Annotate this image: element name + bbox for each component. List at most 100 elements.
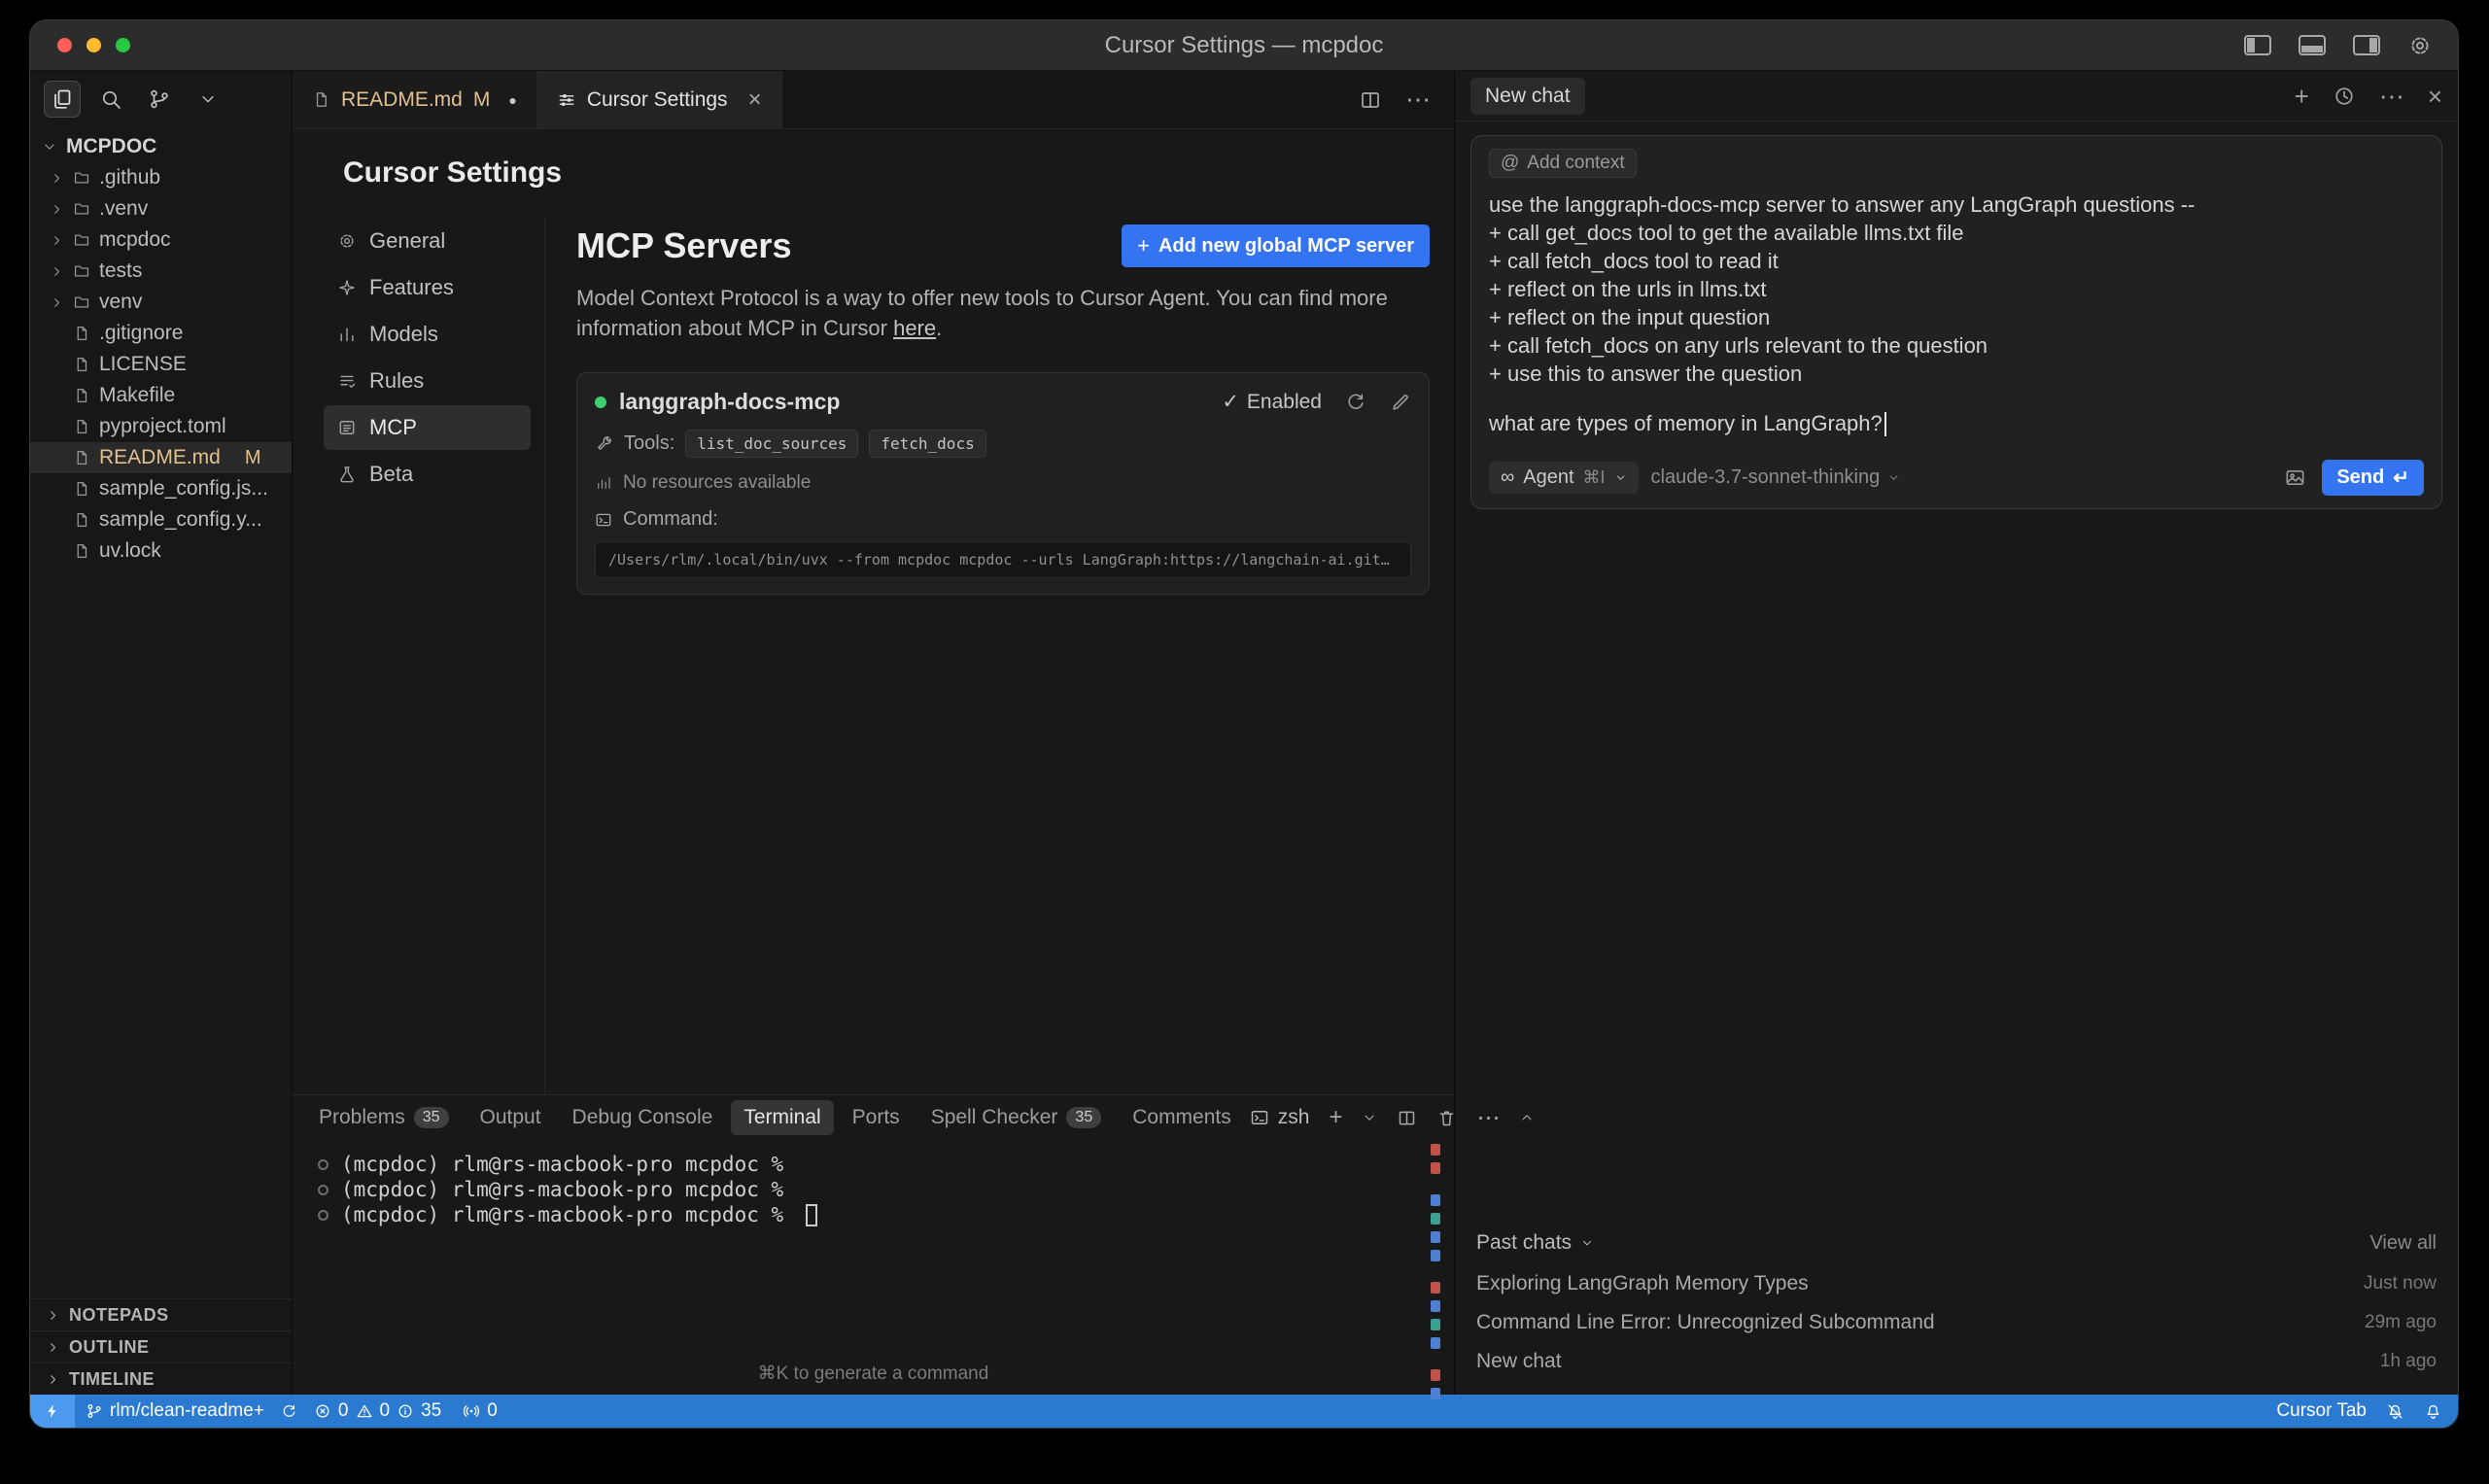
server-command-value[interactable]: /Users/rlm/.local/bin/uvx --from mcpdoc …	[595, 541, 1411, 578]
more-actions-icon[interactable]: ⋯	[2379, 84, 2404, 109]
panel-tab-spell-checker[interactable]: Spell Checker 35	[918, 1100, 1115, 1135]
tree-item-gitignore[interactable]: .gitignore	[30, 318, 292, 349]
tree-item-sample-config-js[interactable]: sample_config.js...	[30, 473, 292, 504]
sync-changes-button[interactable]	[275, 1403, 303, 1420]
history-icon[interactable]	[2333, 85, 2356, 108]
sync-icon	[281, 1403, 297, 1420]
tree-item-makefile[interactable]: Makefile	[30, 380, 292, 411]
enabled-toggle[interactable]: ✓ Enabled	[1222, 390, 1322, 414]
chevron-down-icon[interactable]	[1362, 1110, 1377, 1125]
chat-message-text[interactable]: use the langgraph-docs-mcp server to ans…	[1489, 190, 2424, 388]
tree-item-tests[interactable]: tests	[30, 256, 292, 287]
chat-tab-new-chat[interactable]: New chat	[1470, 78, 1585, 115]
command-decoration-icon[interactable]	[318, 1210, 328, 1221]
close-icon[interactable]: ×	[748, 86, 762, 114]
settings-nav-general[interactable]: General	[324, 219, 531, 263]
panel-tab-output[interactable]: Output	[467, 1100, 554, 1135]
command-decoration-icon[interactable]	[318, 1159, 328, 1170]
tree-item-github[interactable]: .github	[30, 162, 292, 193]
bell-slash-icon[interactable]	[2386, 1402, 2404, 1421]
tool-chip[interactable]: list_doc_sources	[685, 430, 858, 458]
settings-nav-rules[interactable]: Rules	[324, 359, 531, 403]
split-terminal-icon[interactable]	[1397, 1108, 1417, 1128]
tab-readme[interactable]: README.md M ●	[293, 71, 537, 128]
settings-nav-models[interactable]: Models	[324, 312, 531, 357]
refresh-icon[interactable]	[1345, 392, 1366, 413]
tree-item-license[interactable]: LICENSE	[30, 349, 292, 380]
section-outline[interactable]: OUTLINE	[30, 1330, 292, 1363]
ports-indicator[interactable]: 0	[452, 1400, 508, 1422]
section-notepads[interactable]: NOTEPADS	[30, 1298, 292, 1330]
view-all-link[interactable]: View all	[2369, 1232, 2437, 1255]
kill-terminal-trash-icon[interactable]	[1436, 1108, 1457, 1128]
toggle-primary-sidebar-icon[interactable]	[2244, 35, 2271, 55]
attach-image-icon[interactable]	[2284, 466, 2306, 489]
add-context-chip[interactable]: @ Add context	[1489, 149, 1637, 178]
settings-gear-icon[interactable]	[2407, 33, 2433, 58]
source-control-view-button[interactable]	[141, 81, 178, 118]
section-label: OUTLINE	[69, 1337, 150, 1358]
maximize-panel-chevron-icon[interactable]	[1519, 1110, 1535, 1125]
tree-item-readme-selected[interactable]: README.md M	[30, 442, 292, 473]
settings-nav-mcp[interactable]: MCP	[324, 405, 531, 450]
add-mcp-server-button[interactable]: + Add new global MCP server	[1122, 224, 1430, 267]
tree-item-venv-dot[interactable]: .venv	[30, 193, 292, 224]
beaker-icon	[337, 465, 357, 484]
settings-nav-features[interactable]: Features	[324, 265, 531, 310]
terminal-instance[interactable]: zsh	[1250, 1106, 1310, 1129]
tree-root[interactable]: MCPDOC	[30, 131, 292, 162]
section-timeline[interactable]: TIMELINE	[30, 1363, 292, 1395]
more-views-button[interactable]	[190, 81, 226, 118]
new-chat-plus-icon[interactable]: +	[2295, 84, 2309, 109]
past-chat-item[interactable]: New chat 1h ago	[1476, 1342, 2437, 1381]
past-chat-item[interactable]: Command Line Error: Unrecognized Subcomm…	[1476, 1303, 2437, 1342]
terminal-prompt: (mcpdoc) rlm@rs-macbook-pro mcpdoc %	[341, 1178, 783, 1201]
chat-message-line: use the langgraph-docs-mcp server to ans…	[1489, 190, 2424, 219]
branch-indicator[interactable]: rlm/clean-readme+	[75, 1400, 275, 1422]
info-icon	[397, 1402, 414, 1420]
more-actions-icon[interactable]: ⋯	[1405, 85, 1431, 115]
toggle-secondary-sidebar-icon[interactable]	[2353, 35, 2380, 55]
close-panel-icon[interactable]: ×	[2428, 84, 2442, 109]
bell-icon[interactable]	[2424, 1402, 2442, 1421]
tree-item-pyproject[interactable]: pyproject.toml	[30, 411, 292, 442]
send-button[interactable]: Send ↵	[2322, 460, 2424, 496]
tree-item-venv[interactable]: venv	[30, 287, 292, 318]
settings-nav-beta[interactable]: Beta	[324, 452, 531, 497]
dirty-dot-icon[interactable]: ●	[508, 92, 516, 108]
panel-tab-problems[interactable]: Problems 35	[306, 1100, 462, 1135]
cursor-tab-toggle[interactable]: Cursor Tab	[2276, 1400, 2367, 1422]
chat-controls: ∞ Agent ⌘I claude-3.7-sonnet-thinking Se…	[1489, 460, 2424, 496]
command-decoration-icon[interactable]	[318, 1185, 328, 1195]
section-label: NOTEPADS	[69, 1305, 169, 1326]
edit-pencil-icon[interactable]	[1390, 392, 1411, 413]
here-link[interactable]: here	[893, 316, 936, 340]
past-chats-header[interactable]: Past chats	[1476, 1231, 1572, 1255]
new-terminal-icon[interactable]: +	[1329, 1104, 1342, 1131]
chat-question-line[interactable]: what are types of memory in LangGraph?	[1489, 411, 2424, 436]
more-actions-icon[interactable]: ⋯	[1476, 1104, 1500, 1132]
explorer-view-button[interactable]	[44, 81, 81, 118]
tree-item-sample-config-y[interactable]: sample_config.y...	[30, 504, 292, 535]
remote-indicator[interactable]	[30, 1395, 75, 1428]
past-chat-item[interactable]: Exploring LangGraph Memory Types Just no…	[1476, 1264, 2437, 1303]
resources-text: No resources available	[623, 472, 811, 494]
terminal-body[interactable]: (mcpdoc) rlm@rs-macbook-pro mcpdoc % (mc…	[293, 1140, 1454, 1395]
tool-chip[interactable]: fetch_docs	[869, 430, 985, 458]
panel-tab-comments[interactable]: Comments	[1120, 1100, 1244, 1135]
tree-item-uv-lock[interactable]: uv.lock	[30, 535, 292, 567]
panel-tab-terminal[interactable]: Terminal	[731, 1100, 833, 1135]
tree-item-mcpdoc[interactable]: mcpdoc	[30, 224, 292, 256]
panel-tab-ports[interactable]: Ports	[840, 1100, 913, 1135]
tab-cursor-settings[interactable]: Cursor Settings ×	[537, 71, 782, 128]
split-editor-icon[interactable]	[1359, 88, 1382, 112]
panel-tab-debug-console[interactable]: Debug Console	[560, 1100, 726, 1135]
chat-input-box[interactable]: @ Add context use the langgraph-docs-mcp…	[1470, 135, 2442, 509]
agent-mode-selector[interactable]: ∞ Agent ⌘I	[1489, 462, 1639, 494]
model-selector[interactable]: claude-3.7-sonnet-thinking	[1651, 466, 1901, 489]
editor-column: README.md M ● Cursor Settings × ⋯ Cursor…	[293, 71, 1454, 1395]
problems-indicator[interactable]: 0 0 35	[303, 1400, 452, 1422]
chevron-right-icon	[50, 171, 64, 186]
search-view-button[interactable]	[92, 81, 129, 118]
toggle-panel-icon[interactable]	[2299, 35, 2326, 55]
